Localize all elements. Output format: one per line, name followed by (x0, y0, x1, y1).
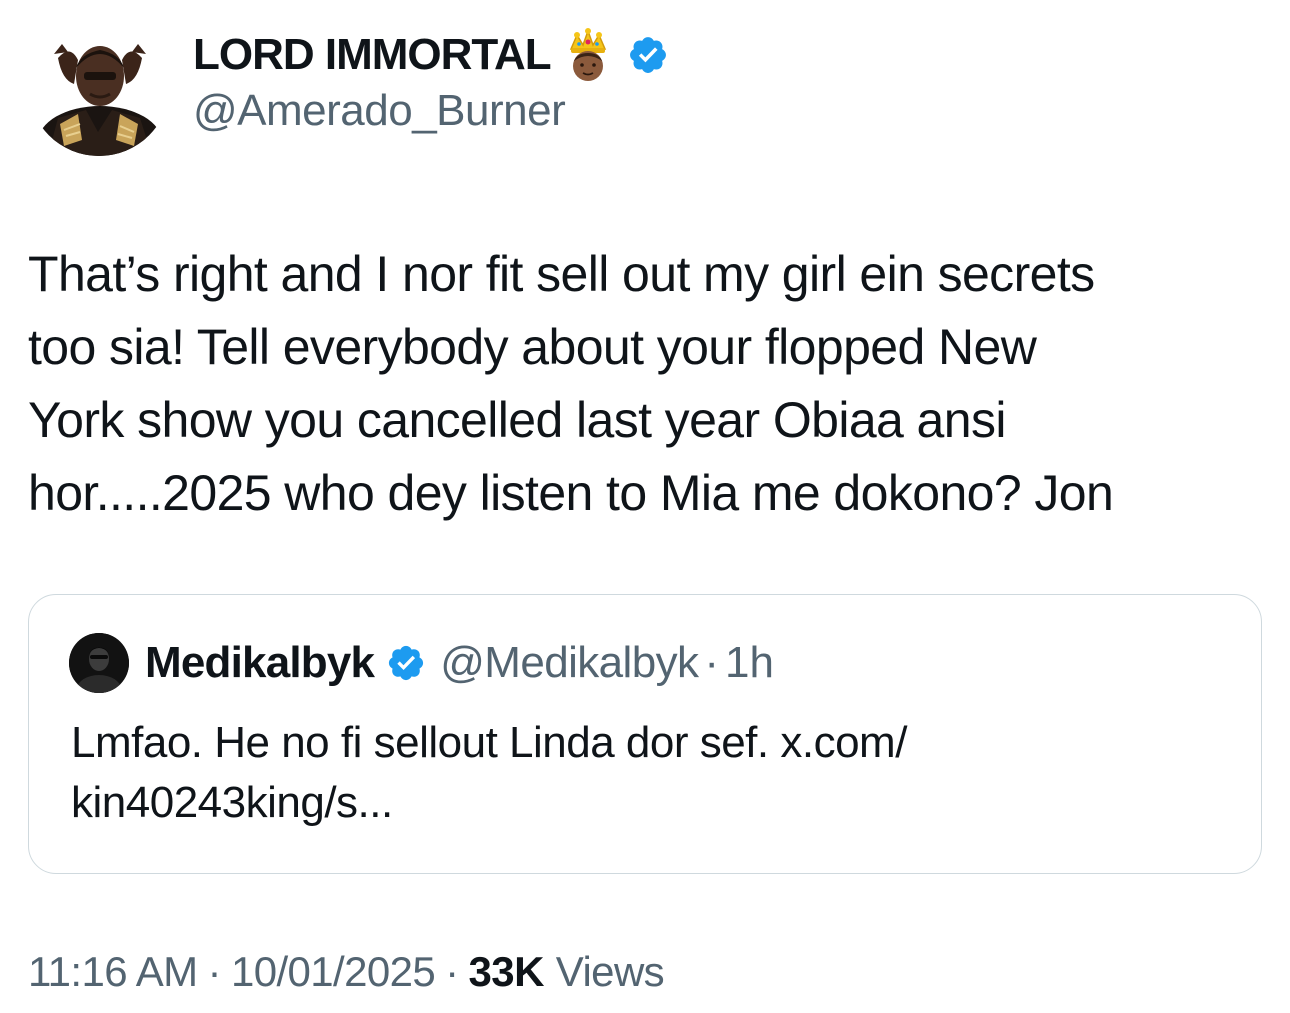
tweet-text: That’s right and I nor fit sell out my g… (28, 246, 1114, 521)
quoted-tweet-header: Medikalbyk @Medikalbyk · 1h (69, 633, 774, 693)
views-count[interactable]: 33K (469, 948, 545, 996)
author-name-row: LORD IMMORTAL (193, 24, 669, 86)
meta-separator: · (207, 948, 222, 995)
author-header: LORD IMMORTAL @Amerado_Burner (193, 24, 669, 136)
quoted-tweet-text: Lmfao. He no fi sellout Linda dor sef. x… (71, 718, 907, 827)
crown-emoji-icon (565, 27, 611, 83)
author-display-name[interactable]: LORD IMMORTAL (193, 30, 552, 80)
quoted-verified-badge-icon[interactable] (386, 643, 426, 683)
tweet: LORD IMMORTAL @Amerado_Burner That’s rig… (0, 0, 1290, 1013)
tweet-metadata: 11:16 AM · 10/01/2025 · 33K Views (28, 948, 665, 996)
views-label[interactable]: Views (556, 948, 665, 996)
tweet-time[interactable]: 11:16 AM (28, 948, 198, 996)
tweet-date[interactable]: 10/01/2025 (231, 948, 436, 996)
quoted-author-handle[interactable]: @Medikalbyk (440, 638, 699, 688)
quoted-tweet-card[interactable]: Medikalbyk @Medikalbyk · 1h Lmfao. He no… (28, 594, 1262, 874)
meta-separator: · (445, 948, 459, 995)
quoted-timestamp[interactable]: 1h (725, 638, 774, 688)
quoted-author-avatar[interactable] (69, 633, 129, 693)
verified-badge-icon[interactable] (627, 34, 669, 76)
avatar-photo-icon (28, 14, 170, 156)
author-handle[interactable]: @Amerado_Burner (193, 86, 669, 136)
author-avatar[interactable] (28, 14, 170, 156)
quoted-author-display-name[interactable]: Medikalbyk (145, 638, 375, 688)
quoted-avatar-photo-icon (69, 633, 129, 693)
quoted-separator: · (704, 638, 720, 687)
